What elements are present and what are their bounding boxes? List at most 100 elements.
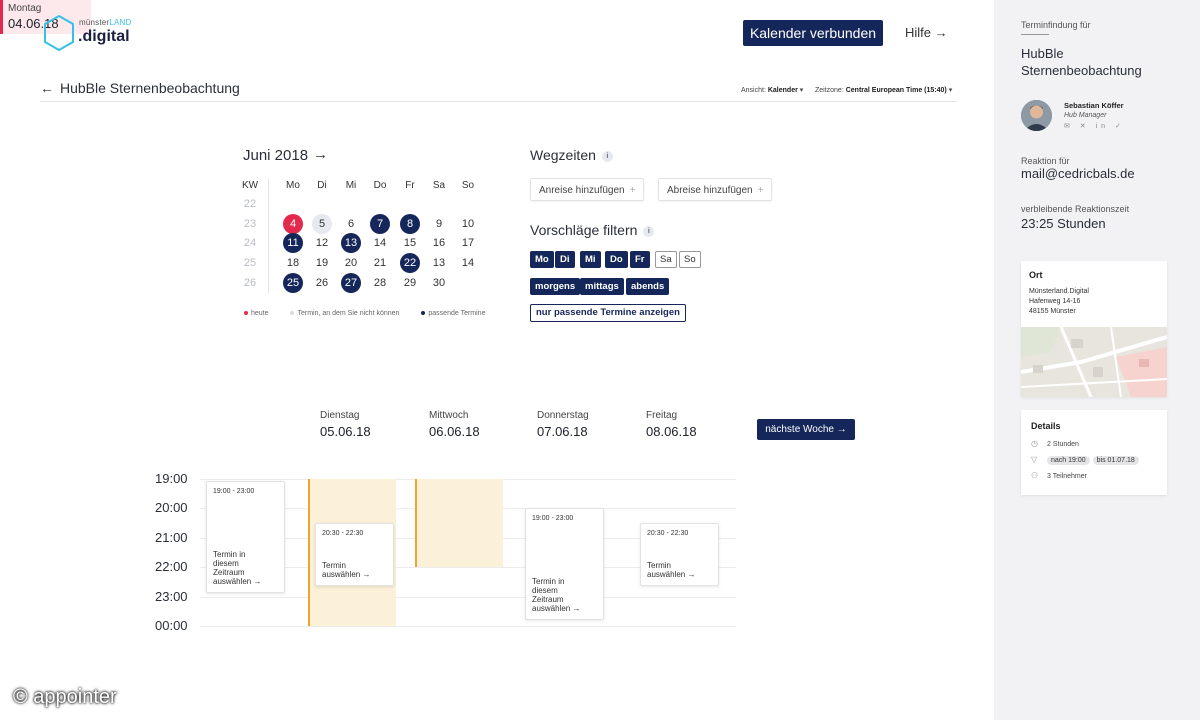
hour-label: 22:00 (155, 559, 188, 574)
calendar-day[interactable]: 20 (341, 253, 361, 273)
calendar-day[interactable]: 26 (312, 273, 332, 293)
host-role: Hub Manager (1064, 112, 1107, 119)
slot-select-link[interactable]: Termin in diesem Zeitraum auswählen → (532, 577, 580, 613)
day-name: Freitag (646, 410, 678, 421)
hour-label: 19:00 (155, 471, 188, 486)
hour-label: 20:00 (155, 500, 188, 515)
calendar-day[interactable]: 18 (283, 253, 303, 273)
calendar-day[interactable]: 10 (458, 214, 478, 234)
weekday-chip[interactable]: Mi (580, 251, 601, 268)
next-month-arrow-icon[interactable]: → (313, 146, 328, 163)
calendar-day[interactable]: 22 (400, 253, 420, 273)
plus-icon: + (757, 185, 764, 196)
help-link[interactable]: Hilfe → (905, 25, 948, 40)
slot-select-link[interactable]: Termin auswählen → (647, 561, 695, 579)
calendar-day[interactable]: 5 (312, 214, 332, 234)
chevron-down-icon[interactable]: ▾ (800, 87, 804, 94)
weekday-chip[interactable]: Fr (630, 251, 650, 268)
event-title: HubBle Sternenbeobachtung (60, 80, 240, 96)
calendar-day[interactable]: 4 (283, 214, 303, 234)
reaction-email: mail@cedricbals.de (1021, 166, 1135, 181)
calendar-day[interactable]: 30 (429, 273, 449, 293)
filter-pill: bis 01.07.18 (1092, 456, 1139, 465)
weekday-header: Mo (286, 180, 300, 191)
weekday-chip[interactable]: Do (605, 251, 628, 268)
calendar-day[interactable]: 6 (341, 214, 361, 234)
hour-label: 21:00 (155, 530, 188, 545)
day-header-tuesday[interactable]: Dienstag 05.06.18 (320, 410, 371, 439)
timezone-label: Zeitzone: (814, 87, 844, 94)
calendar-day[interactable]: 17 (458, 233, 478, 253)
day-date: 06.06.18 (429, 424, 480, 439)
map-image-icon (1021, 327, 1167, 397)
calendar-day[interactable]: 14 (458, 253, 478, 273)
time-slot-card-monday[interactable]: 19:00 - 23:00 Termin in diesem Zeitraum … (206, 481, 285, 593)
calendar-header-row: KW Mo Di Mi Do Fr Sa So (240, 176, 480, 196)
logo[interactable]: münsterLAND .digital (42, 14, 152, 54)
info-icon[interactable]: i (601, 150, 613, 162)
day-header-friday[interactable]: Freitag 08.06.18 (646, 410, 697, 439)
calendar-day[interactable]: 12 (312, 233, 332, 253)
sidebar-event-title: HubBle Sternenbeobachtung (1021, 46, 1142, 78)
weekday-chip[interactable]: So (679, 251, 701, 268)
slot-select-link[interactable]: Termin in diesem Zeitraum auswählen → (213, 550, 261, 586)
week-number: 26 (243, 277, 257, 289)
person-icon: ⚇ (1031, 471, 1039, 480)
slot-select-link[interactable]: Termin auswählen → (322, 561, 370, 579)
logo-line-1: münsterLAND (79, 18, 132, 27)
time-slot-card-thursday[interactable]: 19:00 - 23:00 Termin in diesem Zeitraum … (525, 508, 604, 620)
slot-time: 20:30 - 22:30 (647, 530, 689, 537)
weekday-chip[interactable]: Mo (530, 251, 554, 268)
kw-header: KW (241, 180, 259, 191)
calendar-day[interactable]: 8 (400, 214, 420, 234)
calendar-day[interactable]: 11 (283, 233, 303, 253)
day-date: 05.06.18 (320, 424, 371, 439)
participants-row: ⚇ 3 Teilnehmer (1031, 471, 1087, 480)
info-icon[interactable]: i (643, 225, 655, 237)
hour-gridline (200, 597, 736, 598)
view-select[interactable]: Kalender (768, 87, 798, 94)
back-arrow-icon: ← (40, 80, 54, 96)
filter-icon: ▽ (1031, 455, 1038, 464)
calendar-day[interactable]: 15 (400, 233, 420, 253)
calendar-day[interactable]: 27 (341, 273, 361, 293)
calendar-day[interactable]: 28 (370, 273, 390, 293)
calendar-day[interactable]: 19 (312, 253, 332, 273)
next-week-button[interactable]: nächste Woche → (757, 419, 855, 440)
calendar-day[interactable]: 14 (370, 233, 390, 253)
only-matching-toggle[interactable]: nur passende Termine anzeigen (530, 304, 686, 322)
add-departure-button[interactable]: Abreise hinzufügen + (658, 178, 773, 201)
location-address: Münsterland.Digital Hafenweg 14-16 48155… (1029, 287, 1089, 317)
daytime-chip[interactable]: mittags (580, 278, 624, 295)
calendar-day[interactable]: 21 (370, 253, 390, 273)
calendar-day[interactable]: 29 (400, 273, 420, 293)
chevron-down-icon[interactable]: ▾ (949, 87, 953, 94)
calendar-day[interactable]: 25 (283, 273, 303, 293)
time-slot-card-friday[interactable]: 20:30 - 22:30 Termin auswählen → (640, 523, 719, 586)
calendar-day[interactable]: 9 (429, 214, 449, 234)
timezone-select[interactable]: Central European Time (15:40) (846, 87, 947, 94)
social-links[interactable]: ✉ ✕ in ✓ (1064, 122, 1125, 130)
clock-icon: ◷ (1031, 439, 1038, 448)
location-map[interactable] (1021, 327, 1167, 397)
back-link[interactable]: ← HubBle Sternenbeobachtung (40, 80, 240, 96)
avatar (1021, 100, 1052, 131)
day-header-thursday[interactable]: Donnerstag 07.06.18 (537, 410, 589, 439)
daytime-chip[interactable]: abends (626, 278, 670, 295)
calendar-day[interactable]: 7 (370, 214, 390, 234)
weekday-chip[interactable]: Di (555, 251, 575, 268)
calendar-day[interactable]: 16 (429, 233, 449, 253)
match-dot-icon (421, 311, 426, 316)
day-name: Montag (8, 3, 42, 14)
calendar-connected-button[interactable]: Kalender verbunden (743, 20, 883, 46)
time-slot-card-tuesday[interactable]: 20:30 - 22:30 Termin auswählen → (315, 523, 394, 586)
selected-range-wednesday[interactable] (415, 479, 503, 567)
week-number: 25 (243, 257, 257, 269)
weekday-chip[interactable]: Sa (655, 251, 677, 268)
daytime-chip[interactable]: morgens (530, 278, 581, 295)
calendar-day[interactable]: 13 (429, 253, 449, 273)
day-header-wednesday[interactable]: Mittwoch 06.06.18 (429, 410, 480, 439)
add-arrival-button[interactable]: Anreise hinzufügen + (530, 178, 645, 201)
calendar-day[interactable]: 13 (341, 233, 361, 253)
calendar-week-row: 24 11 12 13 14 15 16 17 (240, 233, 480, 253)
